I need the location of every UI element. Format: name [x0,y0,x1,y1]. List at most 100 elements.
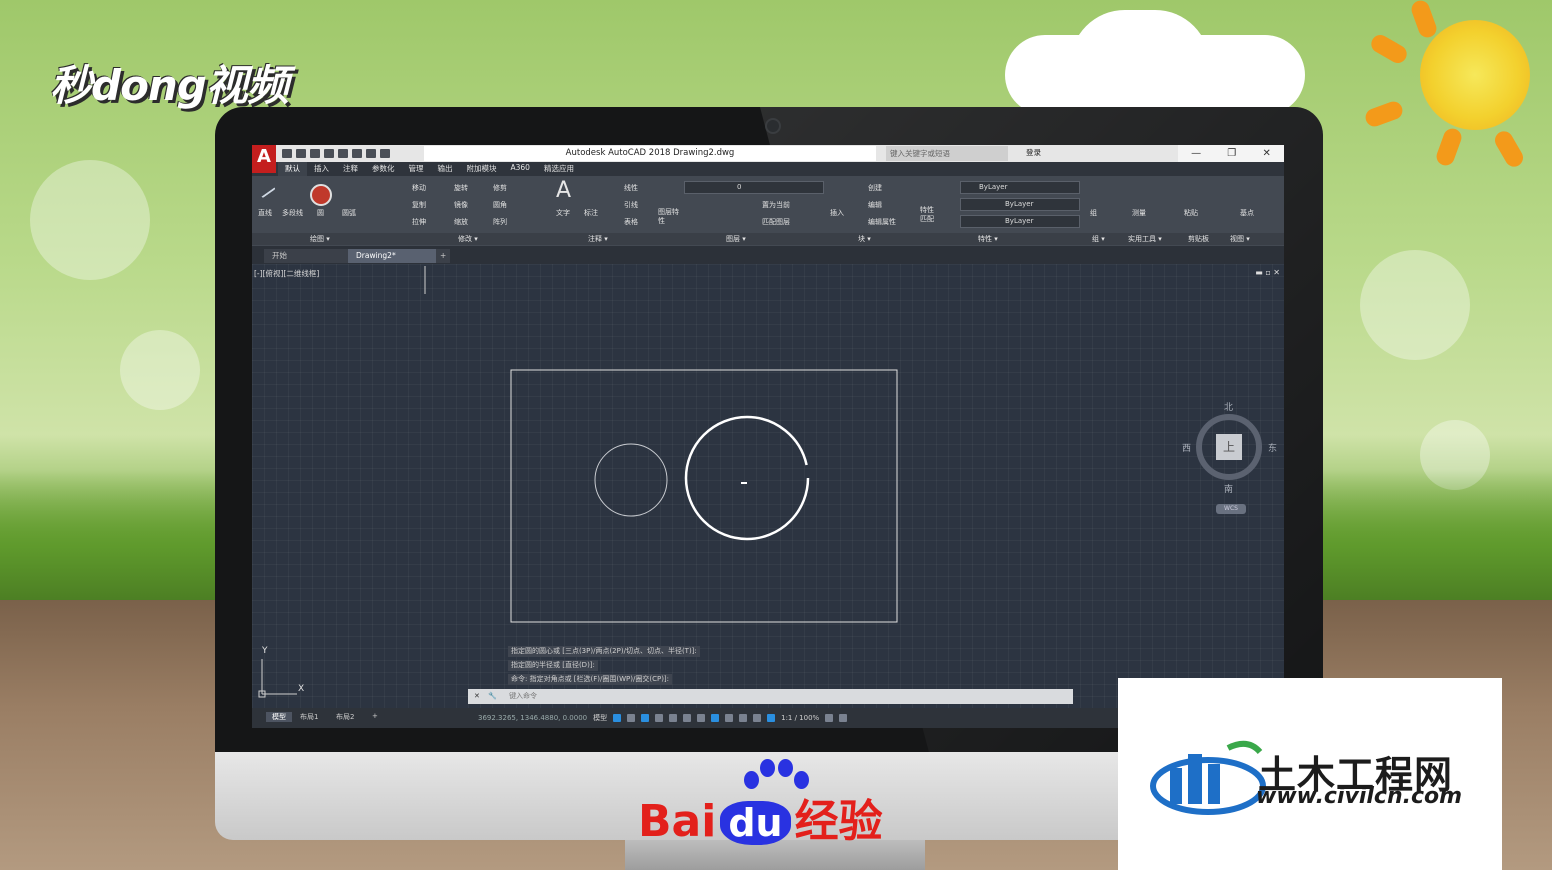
drawing-canvas[interactable]: [-][俯视][二维线框] ▬ ▫ ✕ Y X 上 北 南 东 西 WCS 指定… [252,264,1284,715]
command-input[interactable]: 键入命令 [509,692,537,700]
paste-button[interactable]: 粘贴 [1184,208,1198,218]
circle-button[interactable]: 圆 [317,208,324,218]
new-icon[interactable] [282,149,292,158]
array-button[interactable]: 阵列 [493,217,507,227]
tab-output[interactable]: 输出 [431,162,460,176]
color-dropdown[interactable]: ByLayer [960,181,1080,194]
search-input[interactable]: 键入关键字或短语 [886,146,1008,161]
tab-manage[interactable]: 管理 [402,162,431,176]
otrack-icon[interactable] [683,714,692,722]
snap-icon[interactable] [627,714,636,722]
panel-draw[interactable]: 绘图 ▾ [310,234,330,244]
move-button[interactable]: 移动 [412,183,426,193]
layer-dropdown[interactable]: 0 [684,181,824,194]
table-button[interactable]: 表格 [624,217,638,227]
insert-block-button[interactable]: 插入 [830,208,844,218]
tab-featured[interactable]: 精选应用 [537,162,581,176]
group-button[interactable]: 组 [1090,208,1097,218]
ortho-icon[interactable] [641,714,650,722]
polar-icon[interactable] [655,714,664,722]
panel-annotate[interactable]: 注释 ▾ [588,234,608,244]
measure-button[interactable]: 测量 [1132,208,1146,218]
panel-view[interactable]: 视图 ▾ [1230,234,1250,244]
rotate-button[interactable]: 旋转 [454,183,468,193]
restore-icon[interactable]: ❐ [1227,148,1236,159]
tab-model[interactable]: 模型 [266,712,292,722]
edit-block-button[interactable]: 编辑 [868,200,882,210]
base-point-button[interactable]: 基点 [1240,208,1254,218]
annotation-scale-icon[interactable] [767,714,776,722]
lineweight-dropdown[interactable]: ByLayer [960,215,1080,228]
grid-icon[interactable] [613,714,622,722]
polyline-button[interactable]: 多段线 [282,208,303,218]
fillet-button[interactable]: 圆角 [493,200,507,210]
panel-block[interactable]: 块 ▾ [858,234,871,244]
undo-icon[interactable] [366,149,376,158]
circle-icon[interactable] [310,184,332,206]
line-icon[interactable] [260,185,276,199]
tab-annotate[interactable]: 注释 [336,162,365,176]
open-icon[interactable] [296,149,306,158]
osnap-icon[interactable] [669,714,678,722]
create-block-button[interactable]: 创建 [868,183,882,193]
panel-utilities[interactable]: 实用工具 ▾ [1128,234,1162,244]
linetype-dropdown[interactable]: ByLayer [960,198,1080,211]
text-large-icon[interactable]: A [556,178,571,203]
line-button[interactable]: 直线 [258,208,272,218]
panel-properties[interactable]: 特性 ▾ [978,234,998,244]
model-space-button[interactable]: 模型 [593,713,607,723]
tab-a360[interactable]: A360 [504,162,537,176]
command-line[interactable]: ✕ 🔧 键入命令 [468,689,1073,704]
close-icon[interactable]: ✕ [1262,148,1270,159]
scale-readout[interactable]: 1:1 / 100% [781,714,819,722]
match-properties-button[interactable]: 特性匹配 [920,206,938,224]
print-icon[interactable] [352,149,362,158]
minimize-icon[interactable]: — [1191,148,1201,159]
dynamic-ucs-icon[interactable] [753,714,762,722]
scale-button[interactable]: 缩放 [454,217,468,227]
plus-icon[interactable] [839,714,848,722]
tab-layout1[interactable]: 布局1 [300,712,318,722]
gear-icon[interactable] [825,714,834,722]
wcs-menu[interactable]: WCS [1216,504,1246,514]
redo-icon[interactable] [380,149,390,158]
close-command-icon[interactable]: ✕ [474,692,480,700]
trim-button[interactable]: 修剪 [493,183,507,193]
copy-button[interactable]: 复制 [412,200,426,210]
edit-attribute-button[interactable]: 编辑属性 [868,217,896,227]
arc-button[interactable]: 圆弧 [342,208,356,218]
add-layout-button[interactable]: + [372,712,378,720]
layer-properties-button[interactable]: 图层特性 [658,208,682,226]
panel-layers[interactable]: 图层 ▾ [726,234,746,244]
wrench-icon[interactable]: 🔧 [488,692,497,700]
login-link[interactable]: 登录 [1026,147,1041,158]
lineweight-icon[interactable] [697,714,706,722]
saveas-icon[interactable] [324,149,334,158]
tab-addins[interactable]: 附加模块 [460,162,504,176]
viewcube-top-face[interactable]: 上 [1216,434,1242,460]
tab-insert[interactable]: 插入 [307,162,336,176]
viewcube-west[interactable]: 西 [1182,441,1191,454]
3d-osnap-icon[interactable] [739,714,748,722]
viewcube-north[interactable]: 北 [1224,400,1233,413]
plot-icon[interactable] [338,149,348,158]
tab-layout2[interactable]: 布局2 [336,712,354,722]
tab-drawing2[interactable]: Drawing2* [348,249,438,263]
autocad-logo[interactable]: A [252,145,276,173]
viewcube-south[interactable]: 南 [1224,482,1233,495]
dimension-button[interactable]: 标注 [584,208,598,218]
new-tab-button[interactable]: + [436,249,451,263]
set-current-button[interactable]: 置为当前 [762,200,790,210]
text-button[interactable]: 文字 [556,208,570,218]
linear-button[interactable]: 线性 [624,183,638,193]
tab-start[interactable]: 开始 [264,249,352,263]
save-icon[interactable] [310,149,320,158]
panel-group[interactable]: 组 ▾ [1092,234,1105,244]
tab-default[interactable]: 默认 [278,162,307,176]
match-layer-button[interactable]: 匹配图层 [762,217,790,227]
mirror-button[interactable]: 镜像 [454,200,468,210]
coordinate-readout[interactable]: 3692.3265, 1346.4880, 0.0000 [478,714,587,722]
tab-parametric[interactable]: 参数化 [365,162,402,176]
transparency-icon[interactable] [711,714,720,722]
stretch-button[interactable]: 拉伸 [412,217,426,227]
